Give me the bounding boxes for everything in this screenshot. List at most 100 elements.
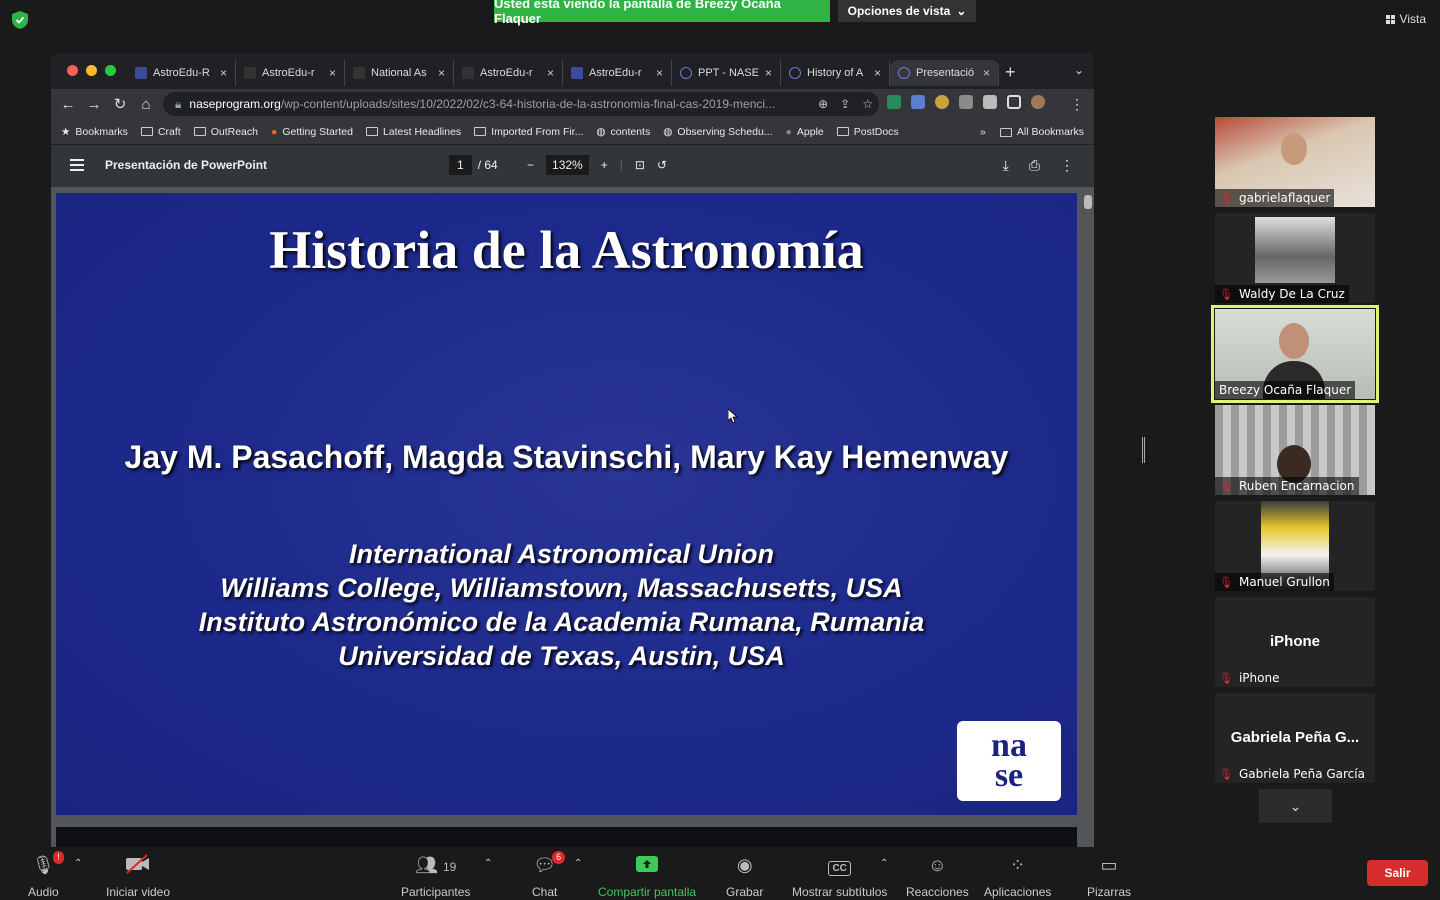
panel-resize-handle[interactable] (1142, 437, 1145, 463)
close-tab-icon[interactable]: × (874, 66, 881, 80)
captions-options-caret-icon[interactable]: ⌃ (880, 858, 888, 869)
gallery-scroll-down-button[interactable]: ⌄ (1259, 789, 1332, 823)
apps-button[interactable]: ⁘ Aplicaciones (984, 854, 1051, 899)
fit-page-icon[interactable]: ⊡ (635, 158, 645, 172)
tab-title: Presentació (916, 67, 975, 79)
leave-meeting-button[interactable]: Salir (1367, 860, 1428, 886)
bookmark-item[interactable]: Craft (140, 126, 181, 138)
side-panel-icon[interactable] (1007, 95, 1021, 109)
chat-options-caret-icon[interactable]: ⌃ (574, 858, 582, 869)
zoom-input[interactable]: 132% (546, 155, 589, 175)
close-tab-icon[interactable]: × (547, 66, 554, 80)
whiteboards-button[interactable]: ▭ Pizarras (1087, 854, 1131, 899)
sidebar-menu-icon[interactable] (70, 159, 84, 174)
participant-name: Gabriela Peña García (1238, 767, 1365, 781)
next-slide-preview (56, 827, 1077, 847)
extension-translate-icon[interactable] (911, 95, 925, 109)
back-icon[interactable]: ← (55, 96, 81, 113)
record-button[interactable]: ◉ Grabar (726, 854, 763, 899)
minimize-window-button[interactable] (86, 65, 97, 76)
bookmark-item[interactable]: ● Apple (786, 126, 824, 138)
view-button[interactable]: Vista (1385, 12, 1426, 26)
more-options-icon[interactable]: ⋮ (1060, 157, 1074, 174)
share-icon[interactable]: ⇪ (840, 97, 850, 111)
chat-button[interactable]: 💬︎ 6 Chat (532, 851, 566, 899)
extension-clipper-icon[interactable] (959, 95, 973, 109)
close-tab-icon[interactable]: × (438, 66, 445, 80)
captions-label: Mostrar subtítulos (792, 885, 888, 899)
pdf-viewer[interactable]: Historia de la Astronomía Jay M. Pasacho… (51, 187, 1094, 847)
zoom-in-icon[interactable]: + (601, 158, 608, 172)
captions-button[interactable]: CC Mostrar subtítulos (792, 854, 887, 899)
download-icon[interactable]: ⤓ (1003, 157, 1009, 174)
zoom-icon[interactable]: ⊕ (818, 97, 828, 111)
home-icon[interactable]: ⌂ (133, 96, 159, 113)
zoom-window-button[interactable] (105, 65, 116, 76)
audio-button[interactable]: 🎙︎! Audio (28, 851, 64, 899)
address-bar[interactable]: 🔒︎ naseprogram.org/wp-content/uploads/si… (163, 92, 879, 116)
participant-name: Waldy De La Cruz (1238, 287, 1345, 301)
reload-icon[interactable]: ↻ (107, 95, 133, 113)
participant-tile[interactable]: iPhone 🎙︎ iPhone (1215, 597, 1375, 687)
new-tab-icon[interactable]: + (1005, 62, 1016, 83)
rotate-icon[interactable]: ↺ (657, 158, 667, 172)
security-shield-icon[interactable] (12, 11, 28, 29)
bookmark-item[interactable]: ● Getting Started (271, 126, 353, 138)
close-tab-icon[interactable]: × (220, 66, 227, 80)
tab-favicon-icon (244, 67, 256, 79)
tab-search-icon[interactable]: ⌄ (1074, 63, 1084, 77)
bookmark-item[interactable]: Latest Headlines (365, 125, 462, 138)
close-tab-icon[interactable]: × (656, 66, 663, 80)
participant-tile[interactable]: Gabriela Peña G... 🎙︎ Gabriela Peña Garcí… (1215, 693, 1375, 783)
participant-tile[interactable]: 🎙︎ gabrielaflaquer (1215, 117, 1375, 207)
zoom-out-icon[interactable]: − (527, 158, 534, 172)
page-total: / 64 (477, 158, 498, 172)
affiliation-line: Williams College, Williamstown, Massachu… (220, 573, 903, 603)
close-tab-icon[interactable]: × (983, 66, 990, 80)
bookmark-item[interactable]: PostDocs (836, 126, 899, 138)
page-input[interactable]: 1 (449, 155, 472, 175)
bookmark-item[interactable]: ◍ Observing Schedu... (663, 126, 772, 138)
browser-tab[interactable]: AstroEdu-r × (236, 60, 345, 86)
browser-tab-active[interactable]: Presentació × (890, 60, 999, 86)
scrollbar-thumb[interactable] (1084, 195, 1092, 209)
bookmark-item[interactable]: OutReach (193, 126, 258, 138)
extension-medal-icon[interactable] (935, 95, 949, 109)
browser-tab[interactable]: AstroEdu-r × (454, 60, 563, 86)
participant-tile[interactable]: 🎙︎ Ruben Encarnacion (1215, 405, 1375, 495)
browser-tab[interactable]: History of A × (781, 60, 890, 86)
bookmark-label: Latest Headlines (382, 125, 462, 138)
bookmark-item[interactable]: ★ Bookmarks (61, 126, 128, 138)
browser-menu-icon[interactable]: ⋮ (1070, 96, 1084, 113)
chat-unread-badge: 6 (552, 851, 566, 864)
all-bookmarks-button[interactable]: All Bookmarks (999, 126, 1084, 138)
browser-tab[interactable]: AstroEdu-r × (563, 60, 672, 86)
participants-button[interactable]: 👥︎ 19 Participantes (401, 854, 470, 899)
reactions-button[interactable]: ☺︎ Reacciones (906, 854, 969, 899)
forward-icon[interactable]: → (81, 96, 107, 113)
more-bookmarks-icon[interactable]: » (980, 126, 986, 138)
share-screen-button[interactable]: Compartir pantalla (598, 854, 696, 899)
extension-phone-icon[interactable] (887, 95, 901, 109)
browser-tab[interactable]: National As × (345, 60, 454, 86)
participant-tile[interactable]: 🎙︎ Waldy De La Cruz (1215, 213, 1375, 303)
start-video-button[interactable]: Iniciar video (106, 854, 170, 899)
close-tab-icon[interactable]: × (765, 66, 772, 80)
view-options-button[interactable]: Opciones de vista ⌄ (838, 0, 976, 22)
profile-avatar[interactable] (1031, 95, 1045, 109)
extensions-puzzle-icon[interactable] (983, 95, 997, 109)
browser-tab[interactable]: PPT - NASE × (672, 60, 781, 86)
participant-tile-active-speaker[interactable]: Breezy Ocaña Flaquer (1211, 305, 1379, 403)
audio-options-caret-icon[interactable]: ⌃ (74, 858, 82, 869)
tab-favicon-icon (135, 67, 147, 79)
browser-tab[interactable]: AstroEdu-R × (127, 60, 236, 86)
close-window-button[interactable] (67, 65, 78, 76)
participant-tile[interactable]: 🎙︎ Manuel Grullon (1215, 501, 1375, 591)
participants-options-caret-icon[interactable]: ⌃ (484, 858, 492, 869)
bookmark-star-icon[interactable]: ☆ (862, 97, 873, 111)
close-tab-icon[interactable]: × (329, 66, 336, 80)
bookmark-item[interactable]: ◍ contents (596, 126, 650, 138)
print-icon[interactable]: ⎙ (1029, 157, 1040, 174)
bookmark-item[interactable]: Imported From Fir... (474, 126, 583, 138)
extensions-area (887, 95, 1045, 109)
